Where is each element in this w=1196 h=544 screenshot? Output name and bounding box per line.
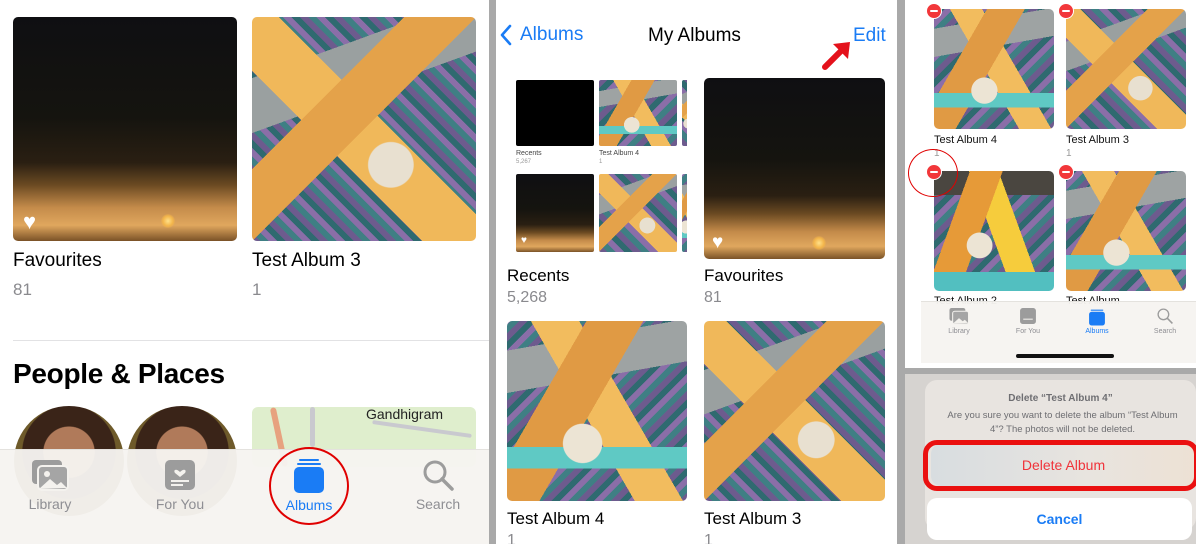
library-icon	[32, 460, 69, 491]
tab-search[interactable]: Search	[398, 458, 478, 512]
heart-icon: ♥	[521, 235, 527, 246]
map-place-label: Gandhigram	[366, 407, 444, 422]
map-road	[372, 420, 472, 438]
section-divider	[13, 340, 489, 341]
tab-for-you[interactable]: For You	[140, 458, 220, 512]
albums-screen-panel: ♥ Favourites 81 Test Album 3 1 People & …	[0, 0, 489, 544]
annotation-circle-delete-badge	[908, 149, 958, 197]
tab-label: Search	[415, 496, 461, 512]
album-title[interactable]: Test Album 4	[934, 134, 997, 146]
tab-label: Search	[1153, 328, 1177, 335]
mini-count: 5,267	[516, 159, 532, 165]
back-label: Albums	[520, 24, 584, 45]
album-thumb-test-album-4[interactable]	[507, 321, 687, 501]
tab-label: Library	[28, 496, 72, 512]
sheet-message: Are you sure you want to delete the albu…	[947, 410, 1178, 435]
album-thumb-recents[interactable]: Recents 5,267 Test Album 4 1 ♥	[507, 78, 687, 258]
album-count: 1	[1066, 148, 1072, 159]
album-thumb-favourites[interactable]: ♥	[13, 17, 237, 241]
mini-title: Test Album 4	[599, 150, 640, 157]
delete-confirmation-panel: Delete “Test Album 4” Are you sure you w…	[905, 374, 1196, 544]
album-title[interactable]: Favourites	[13, 250, 102, 272]
album-count: 1	[704, 532, 713, 544]
album-thumb-test-album-3[interactable]	[252, 17, 476, 241]
search-icon	[1157, 308, 1173, 324]
cancel-button[interactable]: Cancel	[927, 498, 1192, 540]
annotation-highlight-delete	[923, 440, 1196, 491]
edit-button[interactable]: Edit	[853, 25, 886, 47]
album-count: 1	[507, 532, 516, 544]
album-title[interactable]: Test Album 3	[704, 509, 801, 529]
album-count: 1	[252, 280, 262, 299]
map-road	[310, 407, 315, 447]
library-icon	[949, 308, 970, 325]
albums-icon	[1089, 309, 1105, 326]
heart-icon: ♥	[712, 232, 724, 253]
tab-label: For You	[155, 496, 205, 512]
album-title[interactable]: Test Album 3	[252, 250, 361, 272]
mini-count: 1	[599, 159, 603, 165]
album-title[interactable]: Test Album 3	[1066, 134, 1129, 146]
annotation-circle-albums-tab	[269, 447, 349, 525]
for-you-icon	[1020, 308, 1036, 324]
album-thumb-test-album-3[interactable]	[704, 321, 885, 501]
mini-thumb	[682, 80, 687, 146]
edit-albums-panel: Test Album 4 1 Test Album 3 1 Test Album…	[905, 0, 1196, 368]
album-thumb-test-album-4[interactable]	[934, 9, 1054, 129]
search-icon	[423, 460, 454, 491]
mini-thumb	[599, 80, 677, 146]
delete-badge-icon[interactable]	[1058, 3, 1074, 19]
album-count: 81	[13, 280, 32, 299]
back-button[interactable]: Albums	[500, 24, 583, 46]
annotation-arrow	[822, 42, 850, 70]
delete-badge-icon[interactable]	[1058, 164, 1074, 180]
tab-label: Library	[948, 328, 970, 335]
album-count: 81	[704, 289, 722, 306]
for-you-icon	[165, 460, 195, 490]
chevron-left-icon	[500, 24, 512, 46]
tab-label: For You	[1015, 328, 1041, 335]
sun-glow	[812, 236, 826, 250]
album-title[interactable]: Recents	[507, 266, 569, 286]
tab-search[interactable]: Search	[1135, 307, 1195, 335]
my-albums-panel: Albums My Albums Edit Recents 5,267 Test…	[496, 0, 897, 544]
tab-library[interactable]: Library	[10, 458, 90, 512]
mini-thumb	[682, 174, 687, 252]
tab-label: Albums	[1085, 328, 1109, 335]
delete-badge-icon[interactable]	[926, 3, 942, 19]
sheet-title: Delete “Test Album 4”	[1008, 393, 1113, 404]
mini-thumb	[516, 80, 594, 146]
album-title[interactable]: Favourites	[704, 266, 783, 286]
mini-thumb: ♥	[516, 174, 594, 252]
tab-albums[interactable]: Albums	[1067, 307, 1127, 335]
album-count: 5,268	[507, 289, 548, 306]
home-indicator	[1016, 354, 1114, 358]
tab-bar: Library For You Albums Search	[921, 301, 1196, 363]
album-thumb-favourites[interactable]: ♥	[704, 78, 885, 259]
heart-icon: ♥	[23, 209, 37, 234]
mini-title: Recents	[516, 150, 542, 157]
album-thumb-test-album-3[interactable]	[1066, 9, 1186, 129]
tab-library[interactable]: Library	[929, 307, 989, 335]
sun-glow	[161, 214, 175, 228]
album-title[interactable]: Test Album 4	[507, 509, 604, 529]
section-title-people-places: People & Places	[13, 358, 225, 389]
mini-thumb	[599, 174, 677, 252]
tab-bar: Library For You Albums Search	[0, 449, 489, 544]
page-title: My Albums	[648, 25, 741, 46]
album-thumb-test-album[interactable]	[1066, 171, 1186, 291]
album-thumb-test-album-2[interactable]	[934, 171, 1054, 291]
tab-for-you[interactable]: For You	[998, 307, 1058, 335]
